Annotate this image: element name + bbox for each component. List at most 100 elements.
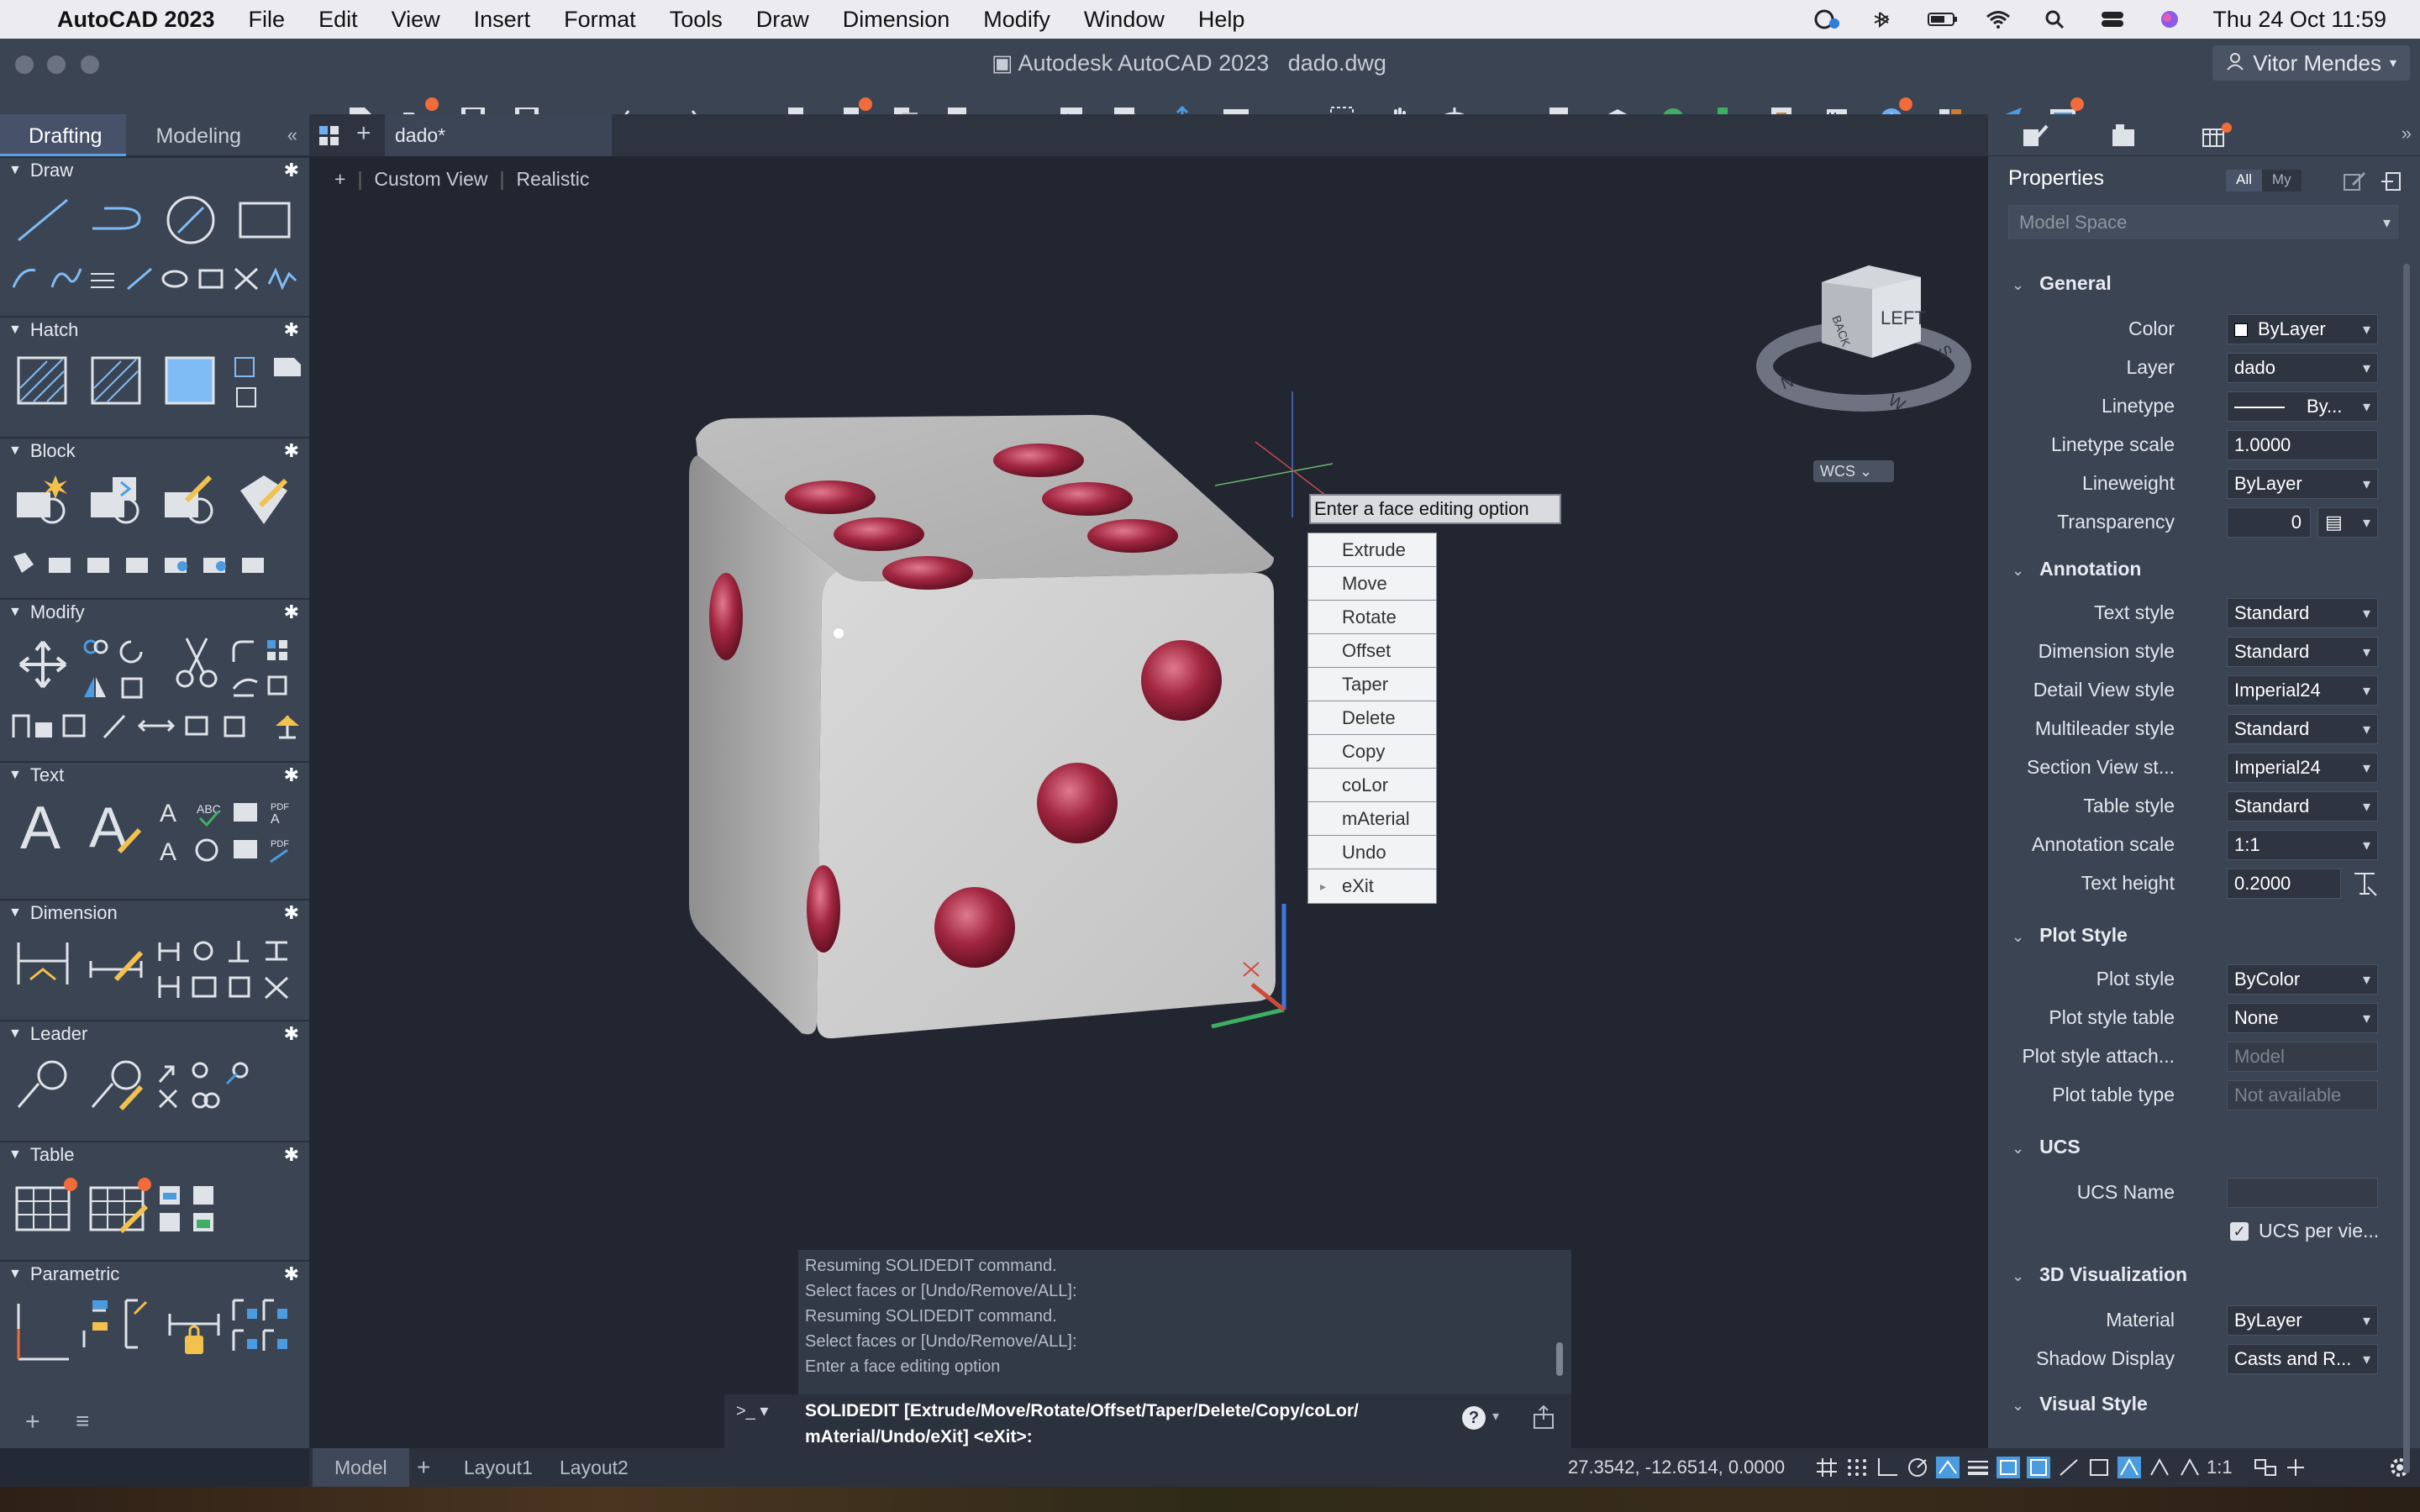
auto-scale-icon[interactable] (2148, 1457, 2171, 1478)
gradient-icon[interactable] (161, 354, 220, 407)
properties-tab-icon[interactable] (2020, 123, 2049, 152)
linetype-scale-field[interactable]: 1.0000 (2227, 430, 2378, 460)
creative-cloud-icon[interactable] (1812, 9, 1841, 29)
option-offset[interactable]: Offset (1308, 634, 1436, 668)
constraint-bar-icon[interactable] (121, 1297, 155, 1356)
app-menu[interactable]: AutoCAD 2023 (57, 7, 215, 33)
table-icon[interactable] (13, 1176, 77, 1235)
parametric-small-tools-icon[interactable] (230, 1297, 297, 1356)
option-move[interactable]: Move (1308, 567, 1436, 601)
gear-icon[interactable]: ✱ (284, 1023, 299, 1045)
layer-dropdown[interactable]: dado (2227, 353, 2378, 383)
annotation-scale-value[interactable]: 1:1 (2207, 1448, 2233, 1487)
linear-dimension-icon[interactable] (13, 936, 72, 991)
multileader-icon[interactable] (13, 1058, 72, 1114)
tab-model[interactable]: Model (313, 1448, 409, 1487)
gear-icon[interactable]: ✱ (284, 601, 299, 623)
collapse-triangle-icon[interactable]: ▼ (8, 163, 22, 178)
dynamic-ucs-icon[interactable] (2087, 1457, 2111, 1478)
command-scrollbar[interactable] (1556, 1342, 1563, 1376)
group-plot-style[interactable]: ⌄ Plot Style (2012, 924, 2128, 947)
properties-scrollbar[interactable] (2403, 264, 2410, 1473)
linetype-dropdown[interactable]: By... (2227, 391, 2378, 422)
collapse-palette-icon[interactable]: « (287, 124, 297, 146)
group-visual-style[interactable]: ⌄ Visual Style (2012, 1393, 2148, 1415)
menu-format[interactable]: Format (564, 7, 636, 33)
filter-my[interactable]: My (2261, 170, 2302, 192)
annotation-visibility-icon[interactable] (2118, 1457, 2141, 1478)
expand-palette-icon[interactable]: » (2402, 123, 2412, 144)
detail-view-dropdown[interactable]: Imperial24 (2227, 675, 2378, 706)
tab-layout1[interactable]: Layout1 (464, 1448, 533, 1487)
workspace-icon[interactable] (2254, 1457, 2277, 1478)
option-color[interactable]: coLor (1308, 769, 1436, 802)
spotlight-search-icon[interactable] (2041, 9, 2070, 29)
rectangle-tool-icon[interactable] (235, 195, 294, 245)
modify-small-tools-icon[interactable] (10, 709, 304, 746)
annotation-scale-dropdown[interactable]: 1:1 (2227, 830, 2378, 860)
minimize-window-button[interactable] (47, 55, 66, 74)
option-exit[interactable]: ▸ eXit (1308, 869, 1436, 903)
circle-tool-icon[interactable] (161, 195, 220, 245)
option-copy[interactable]: Copy (1308, 735, 1436, 769)
line-tool-icon[interactable] (13, 195, 72, 245)
customization-icon[interactable] (2284, 1457, 2307, 1478)
pickadd-icon[interactable] (2380, 170, 2405, 197)
text-tools-icon[interactable]: A ABC PDF A A PDF (156, 796, 299, 872)
hatch-edit-icon[interactable] (87, 354, 146, 407)
collapse-triangle-icon[interactable]: ▼ (8, 1267, 22, 1282)
control-center-icon[interactable] (2098, 9, 2127, 29)
grid-icon[interactable] (1815, 1457, 1839, 1478)
table-small-tools-icon[interactable] (156, 1181, 224, 1235)
option-rotate[interactable]: Rotate (1308, 601, 1436, 634)
text-height-pick-icon[interactable] (2351, 870, 2378, 901)
menu-insert[interactable]: Insert (474, 7, 531, 33)
boundary-icon[interactable] (232, 351, 308, 412)
tab-layout2[interactable]: Layout2 (560, 1448, 629, 1487)
collapse-triangle-icon[interactable]: ▼ (8, 605, 22, 620)
wcs-menu[interactable]: WCS ⌄ (1813, 460, 1894, 482)
bluetooth-icon[interactable] (1870, 9, 1898, 29)
polyline-tool-icon[interactable] (87, 195, 146, 245)
gear-icon[interactable]: ✱ (284, 319, 299, 341)
start-tab-icon[interactable] (318, 124, 341, 152)
menu-tools[interactable]: Tools (670, 7, 723, 33)
fillet-array-icon[interactable] (229, 637, 304, 712)
add-layout-icon[interactable]: + (417, 1448, 430, 1487)
transparency-field[interactable]: 0 (2227, 507, 2311, 538)
tab-dado[interactable]: dado* (385, 114, 612, 156)
share-command-icon[interactable] (1531, 1404, 1556, 1434)
gear-icon[interactable]: ✱ (284, 160, 299, 181)
siri-icon[interactable] (2155, 9, 2184, 29)
menu-dimension[interactable]: Dimension (843, 7, 950, 33)
collapse-triangle-icon[interactable]: ▼ (8, 444, 22, 459)
collapse-triangle-icon[interactable]: ▼ (8, 1026, 22, 1042)
move-icon[interactable] (13, 638, 72, 690)
gear-icon[interactable]: ✱ (284, 1144, 299, 1166)
polar-icon[interactable] (1906, 1457, 1929, 1478)
lineweight-icon[interactable] (1966, 1457, 1990, 1478)
gear-icon[interactable]: ✱ (284, 764, 299, 786)
edit-block-icon[interactable] (161, 472, 220, 528)
dimension-style-dropdown[interactable]: Standard (2227, 637, 2378, 667)
close-window-button[interactable] (15, 55, 34, 74)
3d-osnap-icon[interactable] (2057, 1457, 2081, 1478)
section-view-dropdown[interactable]: Imperial24 (2227, 753, 2378, 783)
gear-icon[interactable]: ✱ (284, 440, 299, 462)
multiline-text-icon[interactable]: A (17, 796, 71, 857)
plot-style-table-dropdown[interactable]: None (2227, 1003, 2378, 1033)
collapse-triangle-icon[interactable]: ▼ (8, 906, 22, 921)
menu-draw[interactable]: Draw (756, 7, 809, 33)
battery-icon[interactable] (1927, 9, 1958, 29)
lineweight-dropdown[interactable]: ByLayer (2227, 469, 2378, 499)
transparency-icon[interactable] (1996, 1457, 2020, 1478)
text-height-field[interactable]: 0.2000 (2227, 869, 2341, 899)
coordinates-display[interactable]: 27.3542, -12.6514, 0.0000 (1568, 1448, 1785, 1487)
filter-all[interactable]: All (2226, 170, 2262, 192)
hatch-icon[interactable] (13, 354, 72, 407)
leader-small-tools-icon[interactable] (156, 1058, 266, 1117)
menu-view[interactable]: View (392, 7, 440, 33)
menu-modify[interactable]: Modify (983, 7, 1050, 33)
table-style-dropdown[interactable]: Standard (2227, 791, 2378, 822)
block-small-tools-icon[interactable] (10, 548, 271, 581)
